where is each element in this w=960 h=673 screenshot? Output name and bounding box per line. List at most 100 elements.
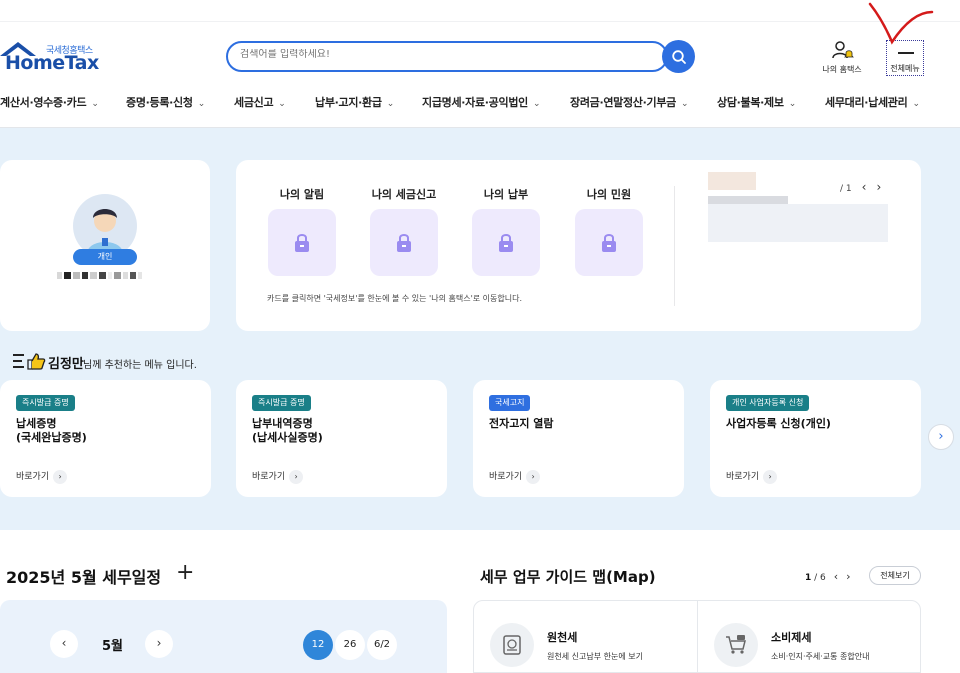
chevron-down-icon: ⌄	[680, 99, 689, 109]
schedule-day[interactable]: 26	[335, 630, 365, 660]
chevron-right-icon[interactable]: ›	[846, 570, 850, 583]
service-tag: 개인 사업자등록 신청	[726, 395, 810, 411]
service-name: 납부내역증명 (납세사실증명)	[252, 417, 323, 444]
chevron-right-icon: ›	[938, 429, 944, 444]
calendar-month: 5월	[102, 639, 124, 654]
lock-icon	[295, 233, 309, 252]
chevron-right-icon: ›	[763, 470, 778, 484]
my-tax-filing-card[interactable]: 나의 세금신고	[370, 186, 438, 276]
chevron-down-icon: ⌄	[278, 99, 286, 109]
chevron-down-icon: ⌄	[386, 99, 395, 109]
service-tag: 즉시발급 증명	[16, 395, 75, 411]
my-hometax-button[interactable]: 나의 홈택스	[816, 40, 868, 76]
shortcut-link[interactable]: 바로가기 ›	[726, 469, 778, 484]
hometax-logo[interactable]: 국세청홈택스 HomeTax	[0, 40, 110, 76]
search-field[interactable]	[226, 41, 668, 72]
shopping-cart-icon	[714, 623, 758, 667]
shortcut-link[interactable]: 바로가기 ›	[252, 469, 304, 484]
service-tag: 즉시발급 증명	[252, 395, 311, 411]
red-checkmark-annotation	[868, 2, 934, 45]
nav-item-consultation[interactable]: 상담·불복·제보 ⌄	[717, 94, 796, 110]
nav-item-tax-filing[interactable]: 세금신고 ⌄	[234, 94, 286, 110]
blurred-notice	[708, 172, 756, 190]
thumbs-up-menu-icon	[13, 353, 46, 370]
guide-item-name: 원천세	[547, 631, 578, 644]
chevron-left-icon[interactable]: ‹	[834, 570, 838, 583]
next-month-button[interactable]: ›	[145, 630, 173, 658]
nav-label: 장려금·연말정산·기부금	[570, 96, 676, 109]
chevron-right-icon: ›	[289, 470, 304, 484]
user-name: 김정만	[48, 357, 84, 372]
service-card-tax-payment-certificate[interactable]: 즉시발급 증명 납세증명 (국세완납증명) 바로가기 ›	[0, 380, 211, 497]
service-card-payment-history-certificate[interactable]: 즉시발급 증명 납부내역증명 (납세사실증명) 바로가기 ›	[236, 380, 447, 497]
nav-label: 세금신고	[234, 96, 274, 109]
my-hometax-label: 나의 홈택스	[822, 65, 862, 74]
my-alerts-tile[interactable]	[268, 209, 336, 276]
account-type-badge: 개인	[73, 249, 137, 265]
chevron-down-icon: ⌄	[197, 99, 206, 109]
blurred-notice	[708, 204, 888, 242]
masked-user-name	[57, 272, 157, 280]
card-divider	[674, 186, 675, 306]
site-header: 국세청홈택스 HomeTax 나의 홈택스 전체메뉴 계산서·영수증·카드 ⌄ 증…	[0, 0, 960, 128]
my-petitions-card[interactable]: 나의 민원	[575, 186, 643, 276]
guide-map-panel: 원천세 원천세 신고납부 한눈에 보기 소비제세 소비·인지·주세·교통 종합안…	[473, 600, 921, 673]
schedule-day[interactable]: 6/2	[367, 630, 397, 660]
chevron-down-icon: ⌄	[532, 99, 541, 109]
nav-item-invoices[interactable]: 계산서·영수증·카드 ⌄	[0, 94, 99, 110]
shortcut-label: 바로가기	[489, 472, 523, 482]
recommend-suffix: 님께 추천하는 메뉴 입니다.	[83, 360, 197, 371]
guide-map-title: 세무 업무 가이드 맵(Map)	[480, 568, 656, 586]
my-hometax-card: 나의 알림 나의 세금신고 나의 납부 나의 민원 카드를 클릭하면 '국세정보…	[236, 160, 921, 331]
service-card-business-registration[interactable]: 개인 사업자등록 신청 사업자등록 신청(개인) 바로가기 ›	[710, 380, 921, 497]
main-navigation: 계산서·영수증·카드 ⌄ 증명·등록·신청 ⌄ 세금신고 ⌄ 납부·고지·환급 ⌄ 지급…	[0, 90, 960, 112]
notice-pager: / 1 ‹ ›	[840, 180, 881, 194]
guide-page-total: / 6	[814, 573, 826, 583]
search-input[interactable]	[240, 49, 650, 60]
service-card-electronic-notice[interactable]: 국세고지 전자고지 열람 바로가기 ›	[473, 380, 684, 497]
lock-icon	[397, 233, 411, 252]
prev-month-button[interactable]: ‹	[50, 630, 78, 658]
my-payment-tile[interactable]	[472, 209, 540, 276]
my-hometax-description: 카드를 클릭하면 '국세정보'를 한눈에 볼 수 있는 '나의 홈택스'로 이동…	[267, 294, 523, 303]
my-alerts-card[interactable]: 나의 알림	[268, 186, 336, 276]
nav-label: 계산서·영수증·카드	[0, 96, 87, 109]
shortcut-label: 바로가기	[252, 472, 286, 482]
chevron-right-icon[interactable]: ›	[876, 180, 881, 194]
view-all-button[interactable]: 전체보기	[869, 566, 921, 585]
guide-item-desc: 소비·인지·주세·교통 종합안내	[771, 652, 870, 661]
shortcut-link[interactable]: 바로가기 ›	[489, 469, 541, 484]
nav-label: 지급명세·자료·공익법인	[422, 96, 528, 109]
service-tag: 국세고지	[489, 395, 531, 411]
user-bell-icon	[832, 41, 854, 59]
shortcut-label: 바로가기	[726, 472, 760, 482]
nav-label: 증명·등록·신청	[126, 96, 193, 109]
my-tax-filing-tile[interactable]	[370, 209, 438, 276]
lock-icon	[499, 233, 513, 252]
search-icon	[671, 49, 686, 64]
chevron-down-icon: ⌄	[912, 99, 920, 109]
nav-item-payment[interactable]: 납부·고지·환급 ⌄	[315, 94, 394, 110]
chevron-left-icon[interactable]: ‹	[862, 180, 867, 194]
nav-item-certificates[interactable]: 증명·등록·신청 ⌄	[126, 94, 205, 110]
schedule-day[interactable]: 12	[303, 630, 333, 660]
top-divider	[0, 21, 960, 22]
profile-card[interactable]: 개인	[0, 160, 210, 331]
shortcut-link[interactable]: 바로가기 ›	[16, 469, 68, 484]
all-menu-label: 전체메뉴	[890, 64, 920, 73]
nav-item-payment-statements[interactable]: 지급명세·자료·공익법인 ⌄	[422, 94, 541, 110]
lock-icon	[602, 233, 616, 252]
nav-item-incentives[interactable]: 장려금·연말정산·기부금 ⌄	[570, 94, 689, 110]
my-petitions-tile[interactable]	[575, 209, 643, 276]
nav-label: 상담·불복·제보	[717, 96, 784, 109]
nav-item-tax-agent[interactable]: 세무대리·납세관리 ⌄	[825, 94, 920, 110]
calendar-panel: ‹ 5월 › 12 26 6/2	[0, 600, 447, 673]
search-bar	[226, 40, 695, 73]
my-payment-card[interactable]: 나의 납부	[472, 186, 540, 276]
my-payment-title: 나의 납부	[483, 188, 529, 201]
carousel-next-button[interactable]: ›	[928, 424, 954, 450]
chevron-right-icon: ›	[156, 636, 162, 650]
search-button[interactable]	[662, 40, 695, 73]
guide-pager: 1 / 6 ‹ ›	[805, 570, 851, 583]
plus-icon[interactable]: +	[176, 560, 194, 585]
